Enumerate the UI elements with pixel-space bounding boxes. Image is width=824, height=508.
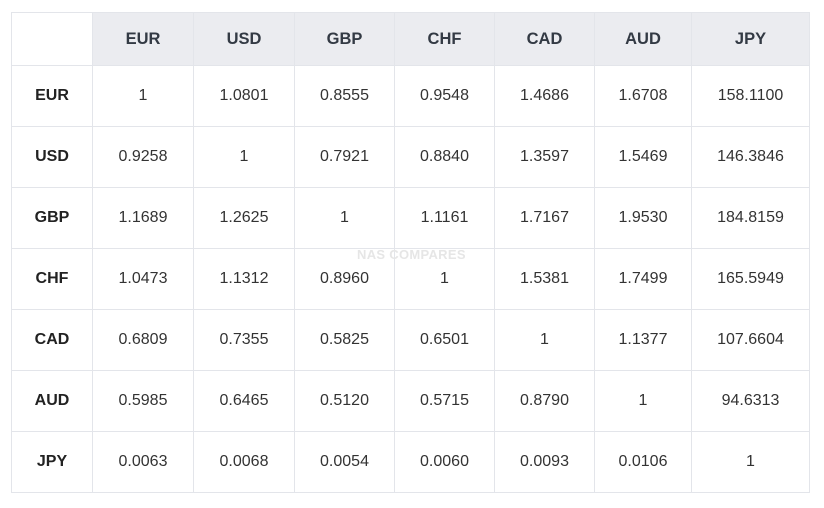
rate-cell: 0.9548 [394,65,495,127]
rate-cell: 1.5469 [594,126,692,188]
rate-cell: 1.0801 [193,65,295,127]
rate-cell: 0.8790 [494,370,595,432]
row-header-cad: CAD [11,309,93,371]
rate-cell: 1.1312 [193,248,295,310]
rate-cell: 0.8555 [294,65,395,127]
rate-cell: 0.0106 [594,431,692,493]
rate-cell: 0.6465 [193,370,295,432]
corner-cell [11,12,93,66]
rate-cell: 1 [92,65,194,127]
rate-cell: 0.8960 [294,248,395,310]
rate-cell: 107.6604 [691,309,810,371]
rate-cell: 1.5381 [494,248,595,310]
column-header-chf: CHF [394,12,495,66]
rate-cell: 1 [594,370,692,432]
column-header-aud: AUD [594,12,692,66]
header-row: EUR USD GBP CHF CAD AUD JPY [11,12,810,66]
rate-cell: 0.6809 [92,309,194,371]
column-header-eur: EUR [92,12,194,66]
rate-cell: 0.0054 [294,431,395,493]
rate-cell: 0.7355 [193,309,295,371]
exchange-rate-table: EUR USD GBP CHF CAD AUD JPY EUR 1 1.0801 0.8555 0.… [11,12,810,493]
rate-cell: 1.6708 [594,65,692,127]
rate-cell: 1 [193,126,295,188]
table-row: AUD 0.5985 0.6465 0.5120 0.5715 0.8790 1 94.631… [11,370,810,432]
rate-cell: 1.1377 [594,309,692,371]
rate-cell: 146.3846 [691,126,810,188]
rate-cell: 1 [394,248,495,310]
column-header-jpy: JPY [691,12,810,66]
row-header-usd: USD [11,126,93,188]
table-row: EUR 1 1.0801 0.8555 0.9548 1.4686 1.6708 158.11… [11,65,810,127]
rate-cell: 0.5120 [294,370,395,432]
row-header-aud: AUD [11,370,93,432]
row-header-gbp: GBP [11,187,93,249]
rate-cell: 94.6313 [691,370,810,432]
table-row: GBP 1.1689 1.2625 1 1.1161 1.7167 1.9530 184.81… [11,187,810,249]
rate-cell: 1.2625 [193,187,295,249]
rate-cell: 1.9530 [594,187,692,249]
rate-cell: 1 [294,187,395,249]
rate-cell: 1 [691,431,810,493]
row-header-jpy: JPY [11,431,93,493]
rate-cell: 0.0060 [394,431,495,493]
row-header-eur: EUR [11,65,93,127]
rate-cell: 1.0473 [92,248,194,310]
rate-cell: 0.5825 [294,309,395,371]
rate-cell: 158.1100 [691,65,810,127]
rate-cell: 0.7921 [294,126,395,188]
column-header-cad: CAD [494,12,595,66]
rate-cell: 0.8840 [394,126,495,188]
rate-cell: 0.5715 [394,370,495,432]
column-header-usd: USD [193,12,295,66]
rate-cell: 0.6501 [394,309,495,371]
rate-cell: 1.4686 [494,65,595,127]
rate-cell: 1.1689 [92,187,194,249]
rate-cell: 0.5985 [92,370,194,432]
rate-cell: 0.0093 [494,431,595,493]
rate-cell: 165.5949 [691,248,810,310]
table-row: JPY 0.0063 0.0068 0.0054 0.0060 0.0093 0.0106 1 [11,431,810,493]
rate-cell: 1.1161 [394,187,495,249]
table-row: CHF 1.0473 1.1312 0.8960 1 1.5381 1.7499 165.59… [11,248,810,310]
rate-cell: 1.3597 [494,126,595,188]
rate-cell: 184.8159 [691,187,810,249]
rate-cell: 0.9258 [92,126,194,188]
rate-cell: 0.0068 [193,431,295,493]
rate-cell: 0.0063 [92,431,194,493]
rate-cell: 1.7167 [494,187,595,249]
table-row: USD 0.9258 1 0.7921 0.8840 1.3597 1.5469 146.38… [11,126,810,188]
column-header-gbp: GBP [294,12,395,66]
rate-cell: 1.7499 [594,248,692,310]
rate-cell: 1 [494,309,595,371]
table-row: CAD 0.6809 0.7355 0.5825 0.6501 1 1.1377 107.66… [11,309,810,371]
row-header-chf: CHF [11,248,93,310]
